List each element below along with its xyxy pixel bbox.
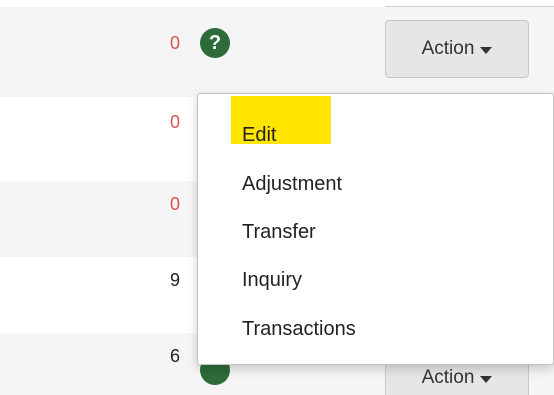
count-value: 6: [169, 346, 180, 366]
inventory-table: 0 ? Action 0 0 9 6 Action Edit Adjustmen…: [0, 0, 554, 395]
menu-item-transactions[interactable]: Transactions: [242, 317, 356, 341]
count-value: 0: [169, 33, 180, 53]
menu-item-edit[interactable]: Edit: [242, 123, 276, 147]
action-dropdown-menu: Edit Adjustment Transfer Inquiry Transac…: [197, 93, 554, 365]
count-value: 0: [169, 112, 180, 132]
caret-down-icon: [480, 375, 493, 383]
caret-down-icon: [480, 46, 493, 54]
action-cell-border: [385, 0, 554, 7]
action-button-label: Action: [421, 367, 475, 388]
menu-item-adjustment[interactable]: Adjustment: [242, 172, 342, 196]
action-button[interactable]: Action: [385, 20, 529, 78]
count-value: 9: [169, 270, 180, 290]
action-button-label: Action: [421, 38, 475, 59]
table-row: 0 ? Action: [0, 7, 554, 97]
question-circle-icon[interactable]: ?: [200, 28, 230, 58]
count-value: 0: [169, 194, 180, 214]
menu-item-inquiry[interactable]: Inquiry: [242, 268, 302, 292]
menu-item-transfer[interactable]: Transfer: [242, 220, 316, 244]
